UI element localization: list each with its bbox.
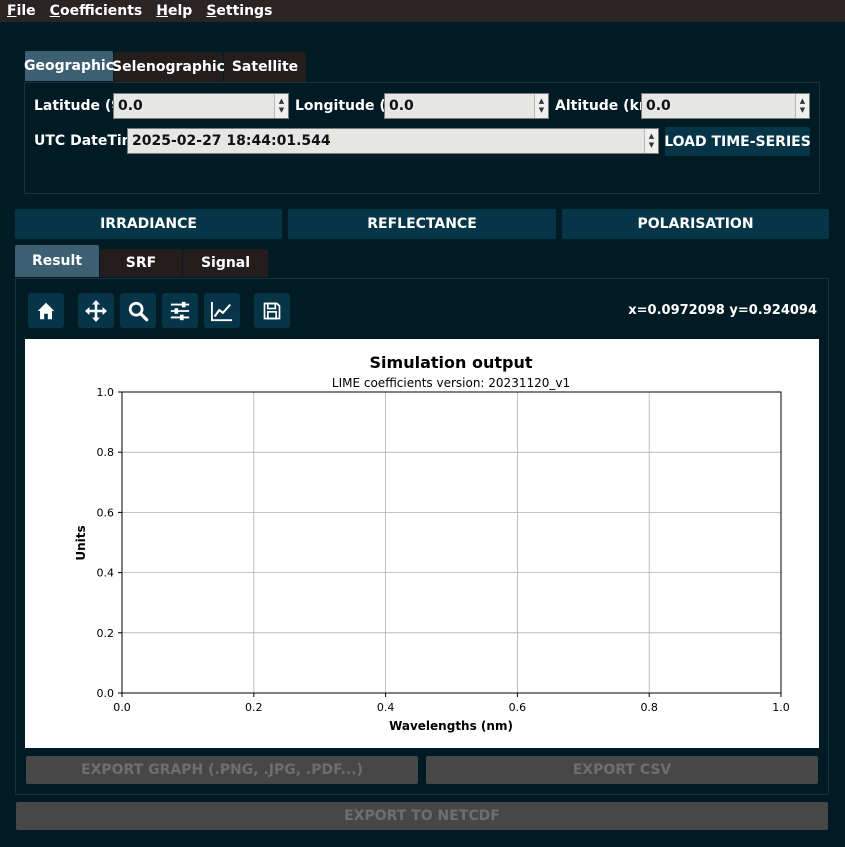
menu-help-label: elp	[167, 3, 193, 19]
save-icon	[263, 302, 281, 319]
configure-subplots-button[interactable]	[162, 293, 198, 328]
plot-canvas[interactable]: Simulation output LIME coefficients vers…	[25, 339, 819, 748]
menu-file-label: ile	[16, 3, 36, 19]
menu-settings-mnemonic: S	[206, 3, 217, 19]
arrow-up-icon[interactable]: ▲	[649, 132, 654, 141]
latitude-spinbox[interactable]: 0.0 ▲ ▼	[113, 93, 289, 119]
export-graph-button: EXPORT GRAPH (.PNG, .JPG, .PDF...)	[26, 756, 418, 784]
load-time-series-button[interactable]: LOAD TIME-SERIES	[664, 127, 811, 156]
chart-subtitle: LIME coefficients version: 20231120_v1	[332, 376, 570, 390]
irradiance-button[interactable]: IRRADIANCE	[15, 209, 282, 239]
configure-subplots-icon	[170, 301, 190, 320]
menu-help-mnemonic: H	[156, 3, 168, 19]
export-netcdf-button: EXPORT TO NETCDF	[16, 802, 828, 830]
menu-file-mnemonic: F	[7, 3, 17, 19]
pan-icon	[85, 299, 107, 322]
menu-bar: File Coefficients Help Settings	[0, 0, 845, 22]
altitude-value[interactable]: 0.0	[642, 98, 795, 114]
arrow-up-icon[interactable]: ▲	[279, 97, 284, 106]
x-tick-label: 1.0	[772, 701, 790, 714]
x-tick-label: 0.6	[509, 701, 527, 714]
altitude-stepper[interactable]: ▲ ▼	[795, 94, 809, 118]
axes-frame	[121, 391, 782, 694]
utc-datetime-edit[interactable]: 2025-02-27 18:44:01.544 ▲ ▼	[127, 128, 659, 154]
x-tick-label: 0.4	[377, 701, 395, 714]
tab-srf[interactable]: SRF	[100, 249, 182, 277]
simulation-chart[interactable]: Simulation output LIME coefficients vers…	[25, 339, 819, 748]
edit-axis-icon	[211, 301, 233, 321]
menu-coefficients-mnemonic: C	[49, 3, 60, 19]
menu-help[interactable]: Help	[156, 3, 192, 19]
export-csv-button: EXPORT CSV	[426, 756, 818, 784]
longitude-spinbox[interactable]: 0.0 ▲ ▼	[384, 93, 549, 119]
arrow-down-icon[interactable]: ▼	[539, 106, 544, 115]
arrow-up-icon[interactable]: ▲	[539, 97, 544, 106]
x-tick-label: 0.8	[640, 701, 658, 714]
y-tick-label: 0.2	[97, 627, 115, 640]
y-tick-label: 0.4	[97, 567, 115, 580]
menu-file[interactable]: File	[7, 3, 36, 19]
tab-satellite[interactable]: Satellite	[224, 52, 306, 82]
menu-coefficients[interactable]: Coefficients	[50, 3, 143, 19]
home-icon	[37, 302, 55, 319]
tab-result[interactable]: Result	[15, 245, 99, 277]
zoom-button[interactable]	[120, 293, 156, 328]
polarisation-button[interactable]: POLARISATION	[562, 209, 829, 239]
reflectance-button[interactable]: REFLECTANCE	[288, 209, 556, 239]
latitude-value[interactable]: 0.0	[114, 98, 274, 114]
y-tick-label: 0.8	[97, 446, 115, 459]
save-figure-button[interactable]	[254, 293, 290, 328]
tab-geographic[interactable]: Geographic	[24, 51, 114, 81]
y-axis-label: Units	[74, 525, 88, 560]
menu-settings[interactable]: Settings	[206, 3, 272, 19]
chart-title: Simulation output	[370, 353, 533, 372]
arrow-down-icon[interactable]: ▼	[279, 106, 284, 115]
tab-selenographic[interactable]: Selenographic	[112, 52, 225, 82]
x-tick-label: 0.2	[245, 701, 262, 714]
utc-datetime-value[interactable]: 2025-02-27 18:44:01.544	[128, 133, 644, 149]
y-tick-label: 1.0	[97, 386, 115, 399]
latitude-stepper[interactable]: ▲ ▼	[274, 94, 288, 118]
tab-signal[interactable]: Signal	[183, 249, 268, 277]
longitude-value[interactable]: 0.0	[385, 98, 534, 114]
arrow-down-icon[interactable]: ▼	[800, 106, 805, 115]
pan-button[interactable]	[78, 293, 114, 328]
y-tick-label: 0.6	[97, 506, 115, 519]
x-tick-label: 0.0	[113, 701, 131, 714]
cursor-coordinates: x=0.0972098 y=0.924094	[628, 303, 817, 318]
home-button[interactable]	[28, 293, 64, 328]
x-axis-label: Wavelengths (nm)	[389, 719, 513, 733]
y-tick-label: 0.0	[97, 687, 115, 700]
zoom-icon	[128, 301, 149, 321]
arrow-up-icon[interactable]: ▲	[800, 97, 805, 106]
arrow-down-icon[interactable]: ▼	[649, 141, 654, 150]
altitude-spinbox[interactable]: 0.0 ▲ ▼	[641, 93, 810, 119]
menu-settings-label: ettings	[216, 3, 273, 19]
edit-axis-button[interactable]	[204, 293, 240, 328]
menu-coefficients-label: oefficients	[59, 3, 143, 19]
longitude-stepper[interactable]: ▲ ▼	[534, 94, 548, 118]
utc-datetime-stepper[interactable]: ▲ ▼	[644, 129, 658, 153]
